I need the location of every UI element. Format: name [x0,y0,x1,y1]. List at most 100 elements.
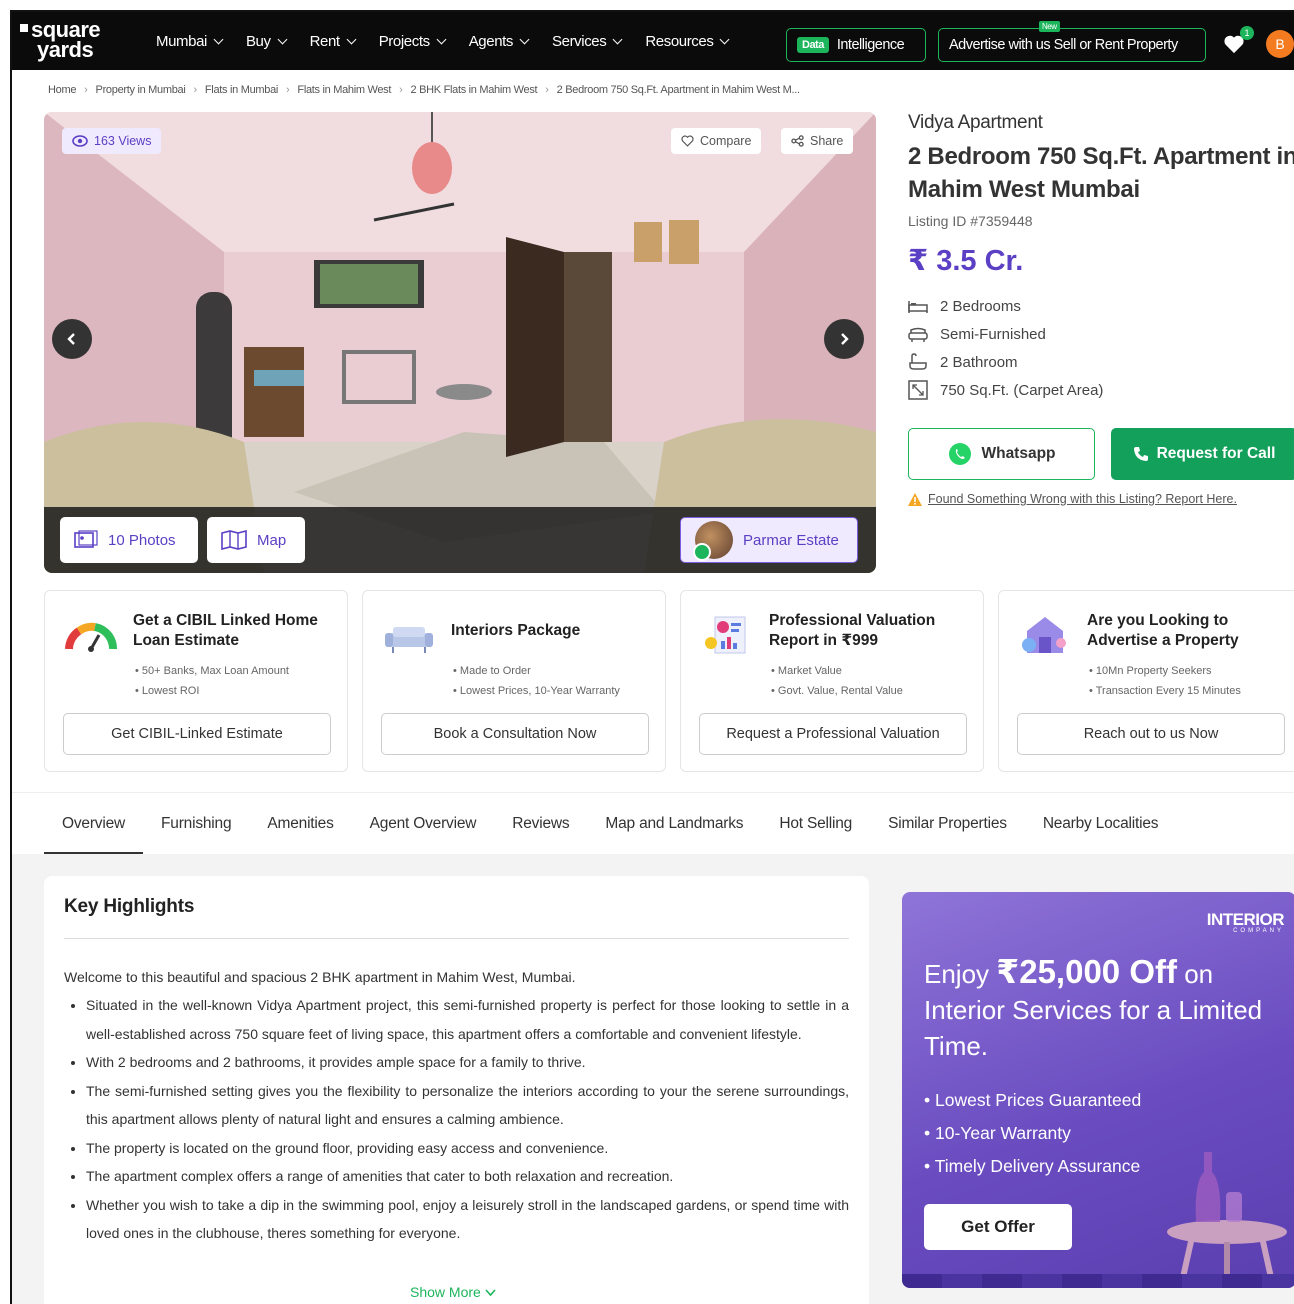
square-yards-logo[interactable]: square yards [20,19,120,61]
sofa-icon [385,627,433,653]
new-badge: New [1039,21,1060,32]
card-bullet: 50+ Banks, Max Loan Amount [135,661,289,681]
whatsapp-button[interactable]: Whatsapp [908,428,1095,480]
nav-rent[interactable]: Rent [298,33,367,50]
map-button[interactable]: Map [207,517,305,563]
highlight-point: The semi-furnished setting gives you the… [86,1077,849,1134]
nav-resources[interactable]: Resources [633,33,740,50]
chevron-right-icon [841,333,849,345]
chevron-down-icon [720,34,730,44]
request-valuation-button[interactable]: Request a Professional Valuation [699,713,967,755]
feature-bedrooms: 2 Bedrooms [908,292,1294,320]
share-button[interactable]: Share [781,128,854,154]
side-table-illustration [1167,1152,1287,1282]
tab-map-landmarks[interactable]: Map and Landmarks [587,793,761,855]
feature-area: 750 Sq.Ft. (Carpet Area) [908,376,1294,404]
tab-overview[interactable]: Overview [44,793,143,855]
photos-button[interactable]: 10 Photos [60,517,198,563]
data-intelligence-button[interactable]: Data Intelligence [786,28,926,62]
offer-headline: Enjoy ₹25,000 Off on Interior Services f… [924,953,1263,1062]
nav-city-mumbai[interactable]: Mumbai [144,33,234,50]
tab-amenities[interactable]: Amenities [249,793,351,855]
tab-agent-overview[interactable]: Agent Overview [352,793,495,855]
breadcrumb-home[interactable]: Home [48,84,76,96]
highlight-point: Whether you wish to take a dip in the sw… [86,1191,849,1248]
valuation-report-icon [705,616,746,654]
card-bullets: Made to OrderLowest Prices, 10-Year Warr… [453,661,620,701]
agent-profile-button[interactable]: Parmar Estate [680,517,858,563]
get-offer-button[interactable]: Get Offer [924,1204,1072,1250]
breadcrumb-separator-icon: › [399,84,403,96]
breadcrumb-separator-icon: › [286,84,290,96]
chevron-down-icon [277,34,288,44]
nav-services[interactable]: Services [540,33,633,50]
nav-buy[interactable]: Buy [234,33,298,50]
report-listing-link[interactable]: Found Something Wrong with this Listing?… [908,492,1237,506]
compare-button[interactable]: Compare [671,128,762,154]
breadcrumb-flats-mumbai[interactable]: Flats in Mumbai [205,84,278,96]
gauge-icon [65,622,117,652]
feature-text: Semi-Furnished [940,325,1046,343]
share-icon [791,135,804,147]
reach-out-button[interactable]: Reach out to us Now [1017,713,1285,755]
tab-reviews[interactable]: Reviews [494,793,587,855]
advertise-button[interactable]: New Advertise with us Sell or Rent Prope… [938,21,1206,62]
request-call-button[interactable]: Request for Call [1111,428,1294,480]
request-call-label: Request for Call [1156,445,1276,462]
breadcrumb-property-mumbai[interactable]: Property in Mumbai [96,84,186,96]
wishlist-count-badge: 1 [1240,26,1254,40]
next-photo-button[interactable] [824,319,864,359]
nav-menu: Mumbai Buy Rent Projects Agents Services… [144,12,740,70]
property-photo-gallery[interactable]: 163 Views Compare Share 10 Photos Map Pa… [44,112,876,573]
chevron-down-icon [485,1289,496,1297]
bed-icon [908,301,928,313]
nav-agents[interactable]: Agents [457,33,540,50]
breadcrumb-2bhk-mahim-west[interactable]: 2 BHK Flats in Mahim West [411,84,538,96]
property-details: Vidya Apartment 2 Bedroom 750 Sq.Ft. Apa… [908,112,1294,506]
highlight-point: The property is located on the ground fl… [86,1134,849,1163]
user-avatar[interactable]: B [1266,30,1294,58]
breadcrumb: Home › Property in Mumbai › Flats in Mumba… [48,84,800,96]
get-cibil-estimate-button[interactable]: Get CIBIL-Linked Estimate [63,713,331,755]
page: square yards Mumbai Buy Rent Projects Ag… [10,10,1294,1304]
bathtub-icon [909,353,927,370]
map-label: Map [257,531,287,549]
feature-bathrooms: 2 Bathroom [908,348,1294,376]
intelligence-label: Intelligence [836,37,905,53]
chevron-down-icon [213,34,224,44]
highlight-point: Situated in the well-known Vidya Apartme… [86,991,849,1048]
tab-similar-properties[interactable]: Similar Properties [870,793,1025,855]
card-bullet: Lowest Prices, 10-Year Warranty [453,681,620,701]
card-cibil-loan: Get a CIBIL Linked Home Loan Estimate 50… [44,590,348,772]
project-name[interactable]: Vidya Apartment [908,112,1294,134]
nav-projects[interactable]: Projects [367,33,457,50]
breadcrumb-flats-mahim-west[interactable]: Flats in Mahim West [297,84,391,96]
chevron-down-icon [436,34,447,44]
report-label: Found Something Wrong with this Listing?… [928,492,1237,506]
share-label: Share [810,134,844,148]
gallery-bottom-bar: 10 Photos Map Parmar Estate [44,507,876,573]
card-bullet: Transaction Every 15 Minutes [1089,681,1241,701]
highlight-point: The apartment complex offers a range of … [86,1162,849,1191]
feature-furnishing: Semi-Furnished [908,320,1294,348]
show-more-button[interactable]: Show More [410,1284,496,1300]
eye-icon [72,135,88,147]
property-features: 2 Bedrooms Semi-Furnished 2 Bathroom 750… [908,292,1294,404]
photos-icon [74,530,98,548]
top-navbar: square yards Mumbai Buy Rent Projects Ag… [12,12,1294,70]
card-title: Professional Valuation Report in ₹999 [769,612,936,649]
book-consultation-button[interactable]: Book a Consultation Now [381,713,649,755]
key-highlights-section: Key Highlights Welcome to this beautiful… [44,876,869,1304]
tab-hot-selling[interactable]: Hot Selling [761,793,870,855]
views-badge: 163 Views [62,128,162,154]
key-highlights-heading: Key Highlights [64,896,195,917]
tab-nearby-localities[interactable]: Nearby Localities [1025,793,1177,855]
prev-photo-button[interactable] [52,319,92,359]
tab-furnishing[interactable]: Furnishing [143,793,249,855]
feature-text: 750 Sq.Ft. (Carpet Area) [940,381,1104,399]
card-bullets: 10Mn Property SeekersTransaction Every 1… [1089,661,1241,701]
listing-id: Listing ID #7359448 [908,213,1033,229]
area-icon [908,380,928,400]
highlight-point: With 2 bedrooms and 2 bathrooms, it prov… [86,1048,849,1077]
interior-offer-banner[interactable]: INTERIOR COMPANY Enjoy ₹25,000 Off on Int… [902,892,1294,1288]
